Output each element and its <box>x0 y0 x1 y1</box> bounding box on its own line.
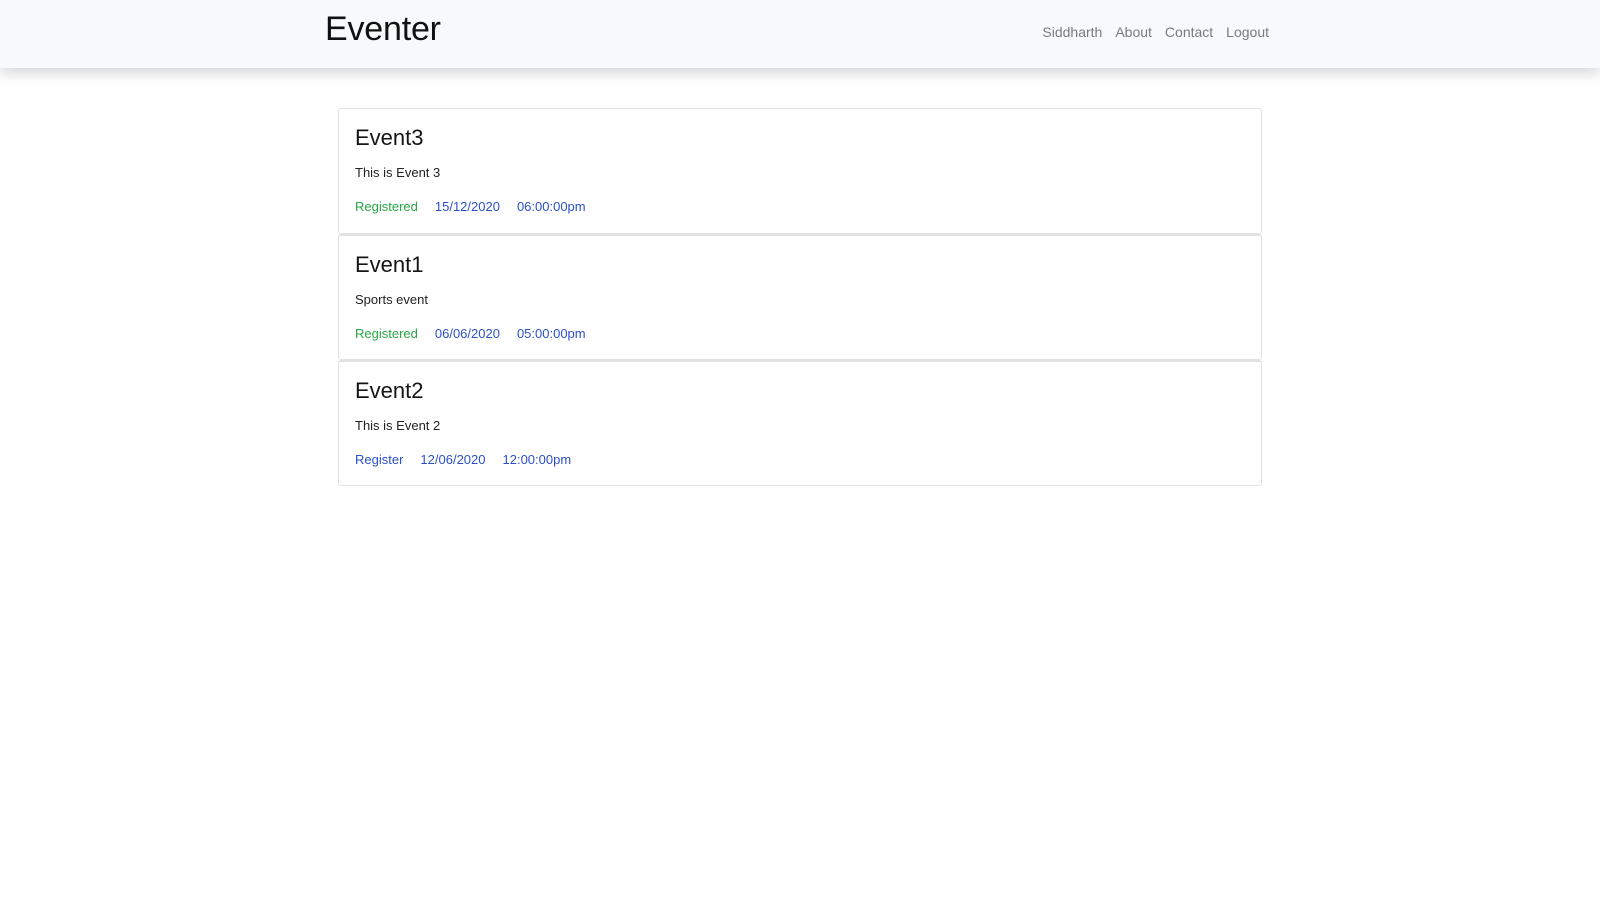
event-description: This is Event 2 <box>355 418 441 433</box>
event-card: Event3 This is Event 3 Registered 15/12/… <box>338 108 1262 234</box>
registration-status: Registered <box>355 326 418 341</box>
event-meta: Register 12/06/2020 12:00:00pm <box>355 452 571 467</box>
register-link[interactable]: Register <box>355 452 403 467</box>
registration-status: Registered <box>355 199 418 214</box>
event-description: This is Event 3 <box>355 165 441 180</box>
event-title: Event2 <box>355 378 424 403</box>
event-card: Event2 This is Event 2 Register 12/06/20… <box>338 360 1262 486</box>
event-time: 06:00:00pm <box>516 199 586 214</box>
event-meta: Registered 06/06/2020 05:00:00pm <box>355 326 586 341</box>
event-title: Event3 <box>355 125 424 150</box>
nav-links: Siddharth About Contact Logout <box>1042 24 1269 40</box>
nav-link-contact[interactable]: Contact <box>1165 24 1213 40</box>
event-card: Event1 Sports event Registered 06/06/202… <box>338 234 1262 360</box>
event-date: 06/06/2020 <box>434 326 500 341</box>
event-description: Sports event <box>355 292 428 307</box>
event-title: Event1 <box>355 252 424 277</box>
navbar: Eventer Siddharth About Contact Logout <box>0 0 1600 68</box>
nav-link-logout[interactable]: Logout <box>1226 24 1269 40</box>
brand-logo[interactable]: Eventer <box>325 10 441 49</box>
event-date: 12/06/2020 <box>420 452 486 467</box>
event-list: Event3 This is Event 3 Registered 15/12/… <box>338 108 1262 486</box>
event-time: 12:00:00pm <box>502 452 572 467</box>
event-time: 05:00:00pm <box>516 326 586 341</box>
event-meta: Registered 15/12/2020 06:00:00pm <box>355 199 586 214</box>
event-date: 15/12/2020 <box>434 199 500 214</box>
nav-link-user[interactable]: Siddharth <box>1042 24 1102 40</box>
nav-link-about[interactable]: About <box>1115 24 1152 40</box>
